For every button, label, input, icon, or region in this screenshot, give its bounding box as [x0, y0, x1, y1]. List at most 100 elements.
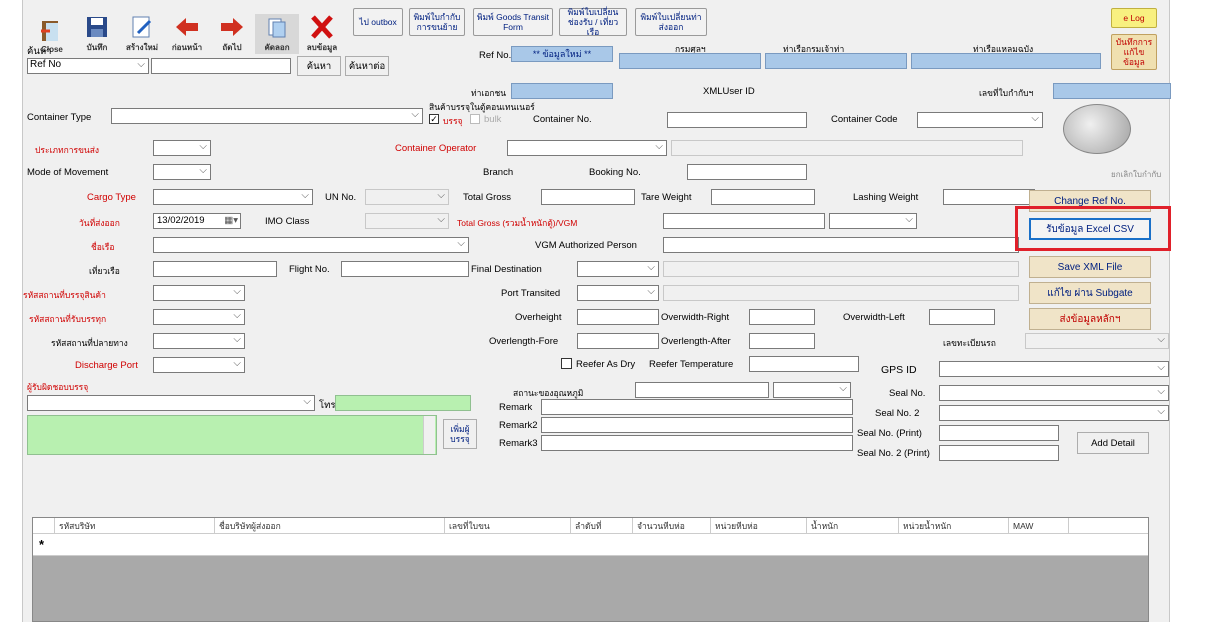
seal-no-print-field[interactable] [939, 425, 1059, 441]
save-edit-button[interactable]: บันทึกการแก้ไขข้อมูล [1111, 34, 1157, 70]
remark-field[interactable] [541, 399, 853, 415]
delete-button[interactable]: ลบข้อมูล [300, 14, 344, 54]
port-transited-select[interactable] [577, 285, 659, 301]
port-label: ท่าเอกชน [471, 88, 507, 98]
save-button[interactable]: บันทึก [75, 14, 119, 54]
copy-icon [268, 18, 286, 38]
overlength-after-field[interactable] [749, 333, 815, 349]
port-load-select[interactable] [153, 285, 245, 301]
add-detail-button[interactable]: Add Detail [1077, 432, 1149, 454]
packed-checkbox[interactable]: ✓ [429, 114, 439, 124]
total-gross-field[interactable] [541, 189, 635, 205]
cargo-header-label: สินค้าบรรจุในตู้คอนเทนเนอร์ [429, 102, 535, 112]
mode-label: Mode of Movement [27, 167, 109, 178]
grid-column-header[interactable]: เลขที่ใบขน [445, 518, 571, 533]
overheight-label: Overheight [515, 312, 562, 323]
edit-subgate-button[interactable]: แก้ไข ผ่าน Subgate [1029, 282, 1151, 304]
origin-select[interactable] [153, 309, 245, 325]
grid-column-header[interactable]: ชื่อบริษัทผู้ส่งออก [215, 518, 445, 533]
seal-no-select[interactable] [939, 385, 1169, 401]
operator-name-field [671, 140, 1023, 156]
container-code-select[interactable] [917, 112, 1043, 128]
print-receipt-button[interactable]: พิมพ์ใบกำกับการขนย้าย [409, 8, 465, 36]
grid-column-header[interactable]: ลำดับที่ [571, 518, 633, 533]
outbox-button[interactable]: ไป outbox [353, 8, 403, 36]
ship-name-select[interactable] [153, 237, 469, 253]
send-data-button[interactable]: ส่งข้อมูลหลักฯ [1029, 308, 1151, 330]
reefer-dry-checkbox[interactable] [561, 358, 572, 369]
gps-id-select[interactable] [939, 361, 1169, 377]
imo-class-select[interactable] [365, 213, 449, 229]
grid-column-header[interactable]: น้ำหนัก [807, 518, 899, 533]
carrier-select[interactable] [27, 395, 315, 411]
print-change-port-button[interactable]: พิมพ์ใบเปลี่ยนท่าส่งออก [635, 8, 707, 36]
overlength-fore-field[interactable] [577, 333, 659, 349]
gps-id-label: GPS ID [881, 364, 917, 376]
container-operator-select[interactable] [507, 140, 667, 156]
carrier-address-field[interactable] [27, 415, 437, 455]
remark3-field[interactable] [541, 435, 853, 451]
grid-column-header[interactable]: จำนวนหีบห่อ [633, 518, 711, 533]
detail-grid[interactable]: รหัสบริษัท ชื่อบริษัทผู้ส่งออก เลขที่ใบข… [32, 517, 1149, 622]
port-field[interactable] [511, 83, 613, 99]
reefer-temp-field[interactable] [749, 356, 859, 372]
truck-reg-select[interactable] [1025, 333, 1169, 349]
save-xml-button[interactable]: Save XML File [1029, 256, 1151, 278]
table-row[interactable]: * [33, 534, 1148, 556]
overwidth-right-field[interactable] [749, 309, 815, 325]
un-no-select[interactable] [365, 189, 449, 205]
vgm-person-field[interactable] [663, 237, 1019, 253]
un-no-label: UN No. [325, 192, 357, 203]
vgm-person-label: VGM Authorized Person [535, 240, 637, 251]
grid-column-header[interactable]: หน่วยน้ำหนัก [899, 518, 1009, 533]
grid-column-header[interactable]: รหัสบริษัท [55, 518, 215, 533]
discharge-port-select[interactable] [153, 357, 245, 373]
booking-field[interactable] [687, 164, 807, 180]
calendar-icon[interactable]: ▦▾ [224, 214, 238, 228]
bulk-checkbox[interactable] [470, 114, 480, 124]
voyage-field[interactable] [153, 261, 277, 277]
print-change-voyage-button[interactable]: พิมพ์ใบเปลี่ยนช่องรับ / เที่ยวเรือ [559, 7, 627, 37]
ref-no-field[interactable]: ** ข้อมูลใหม่ ** [511, 46, 613, 62]
search-input[interactable] [151, 58, 291, 74]
dest-code-select[interactable] [153, 333, 245, 349]
flight-no-field[interactable] [341, 261, 469, 277]
grid-column-header[interactable]: MAW [1009, 518, 1069, 533]
temp-unit-select[interactable] [773, 382, 851, 398]
seal-no-2-select[interactable] [939, 405, 1169, 421]
doc-no-field[interactable] [1053, 83, 1171, 99]
container-no-field[interactable] [667, 112, 807, 128]
container-type-select[interactable] [111, 108, 423, 124]
tel-field[interactable] [335, 395, 471, 411]
grid-column-header[interactable]: หน่วยหีบห่อ [711, 518, 807, 533]
address-scrollbar[interactable] [423, 416, 435, 454]
seal-no-2-print-field[interactable] [939, 445, 1059, 461]
reefer-dry-label: Reefer As Dry [576, 359, 636, 370]
load-date-picker[interactable]: 13/02/2019 ▦▾ [153, 213, 241, 229]
overwidth-left-field[interactable] [929, 309, 995, 325]
shipping-type-select[interactable] [153, 140, 211, 156]
container-operator-label: Container Operator [395, 143, 477, 154]
overheight-field[interactable] [577, 309, 659, 325]
prev-button[interactable]: ก่อนหน้า [165, 14, 209, 54]
temp-status-field[interactable] [635, 382, 769, 398]
cargo-type-select[interactable] [153, 189, 313, 205]
copy-button[interactable]: คัดลอก [255, 14, 299, 54]
add-packer-button[interactable]: เพิ่มผู้บรรจุ [443, 419, 477, 449]
mode-select[interactable] [153, 164, 211, 180]
new-button[interactable]: สร้างใหม่ [120, 14, 164, 54]
find-button[interactable]: ค้นหา [297, 56, 341, 76]
final-destination-select[interactable] [577, 261, 659, 277]
highlight-box [1015, 206, 1171, 251]
log-button[interactable]: e Log [1111, 8, 1157, 28]
find-next-button[interactable]: ค้นหาต่อ [345, 56, 389, 76]
vgm-field[interactable] [663, 213, 825, 229]
print-goods-transit-button[interactable]: พิมพ์ Goods Transit Form [473, 8, 553, 36]
search-field-select[interactable]: Ref No [27, 58, 149, 74]
lashing-weight-field[interactable] [943, 189, 1035, 205]
next-button[interactable]: ถัดไป [210, 14, 254, 54]
tare-weight-field[interactable] [711, 189, 815, 205]
vgm-unit-select[interactable] [829, 213, 917, 229]
cancel-doc-stamp-icon[interactable] [1063, 104, 1131, 154]
remark2-field[interactable] [541, 417, 853, 433]
